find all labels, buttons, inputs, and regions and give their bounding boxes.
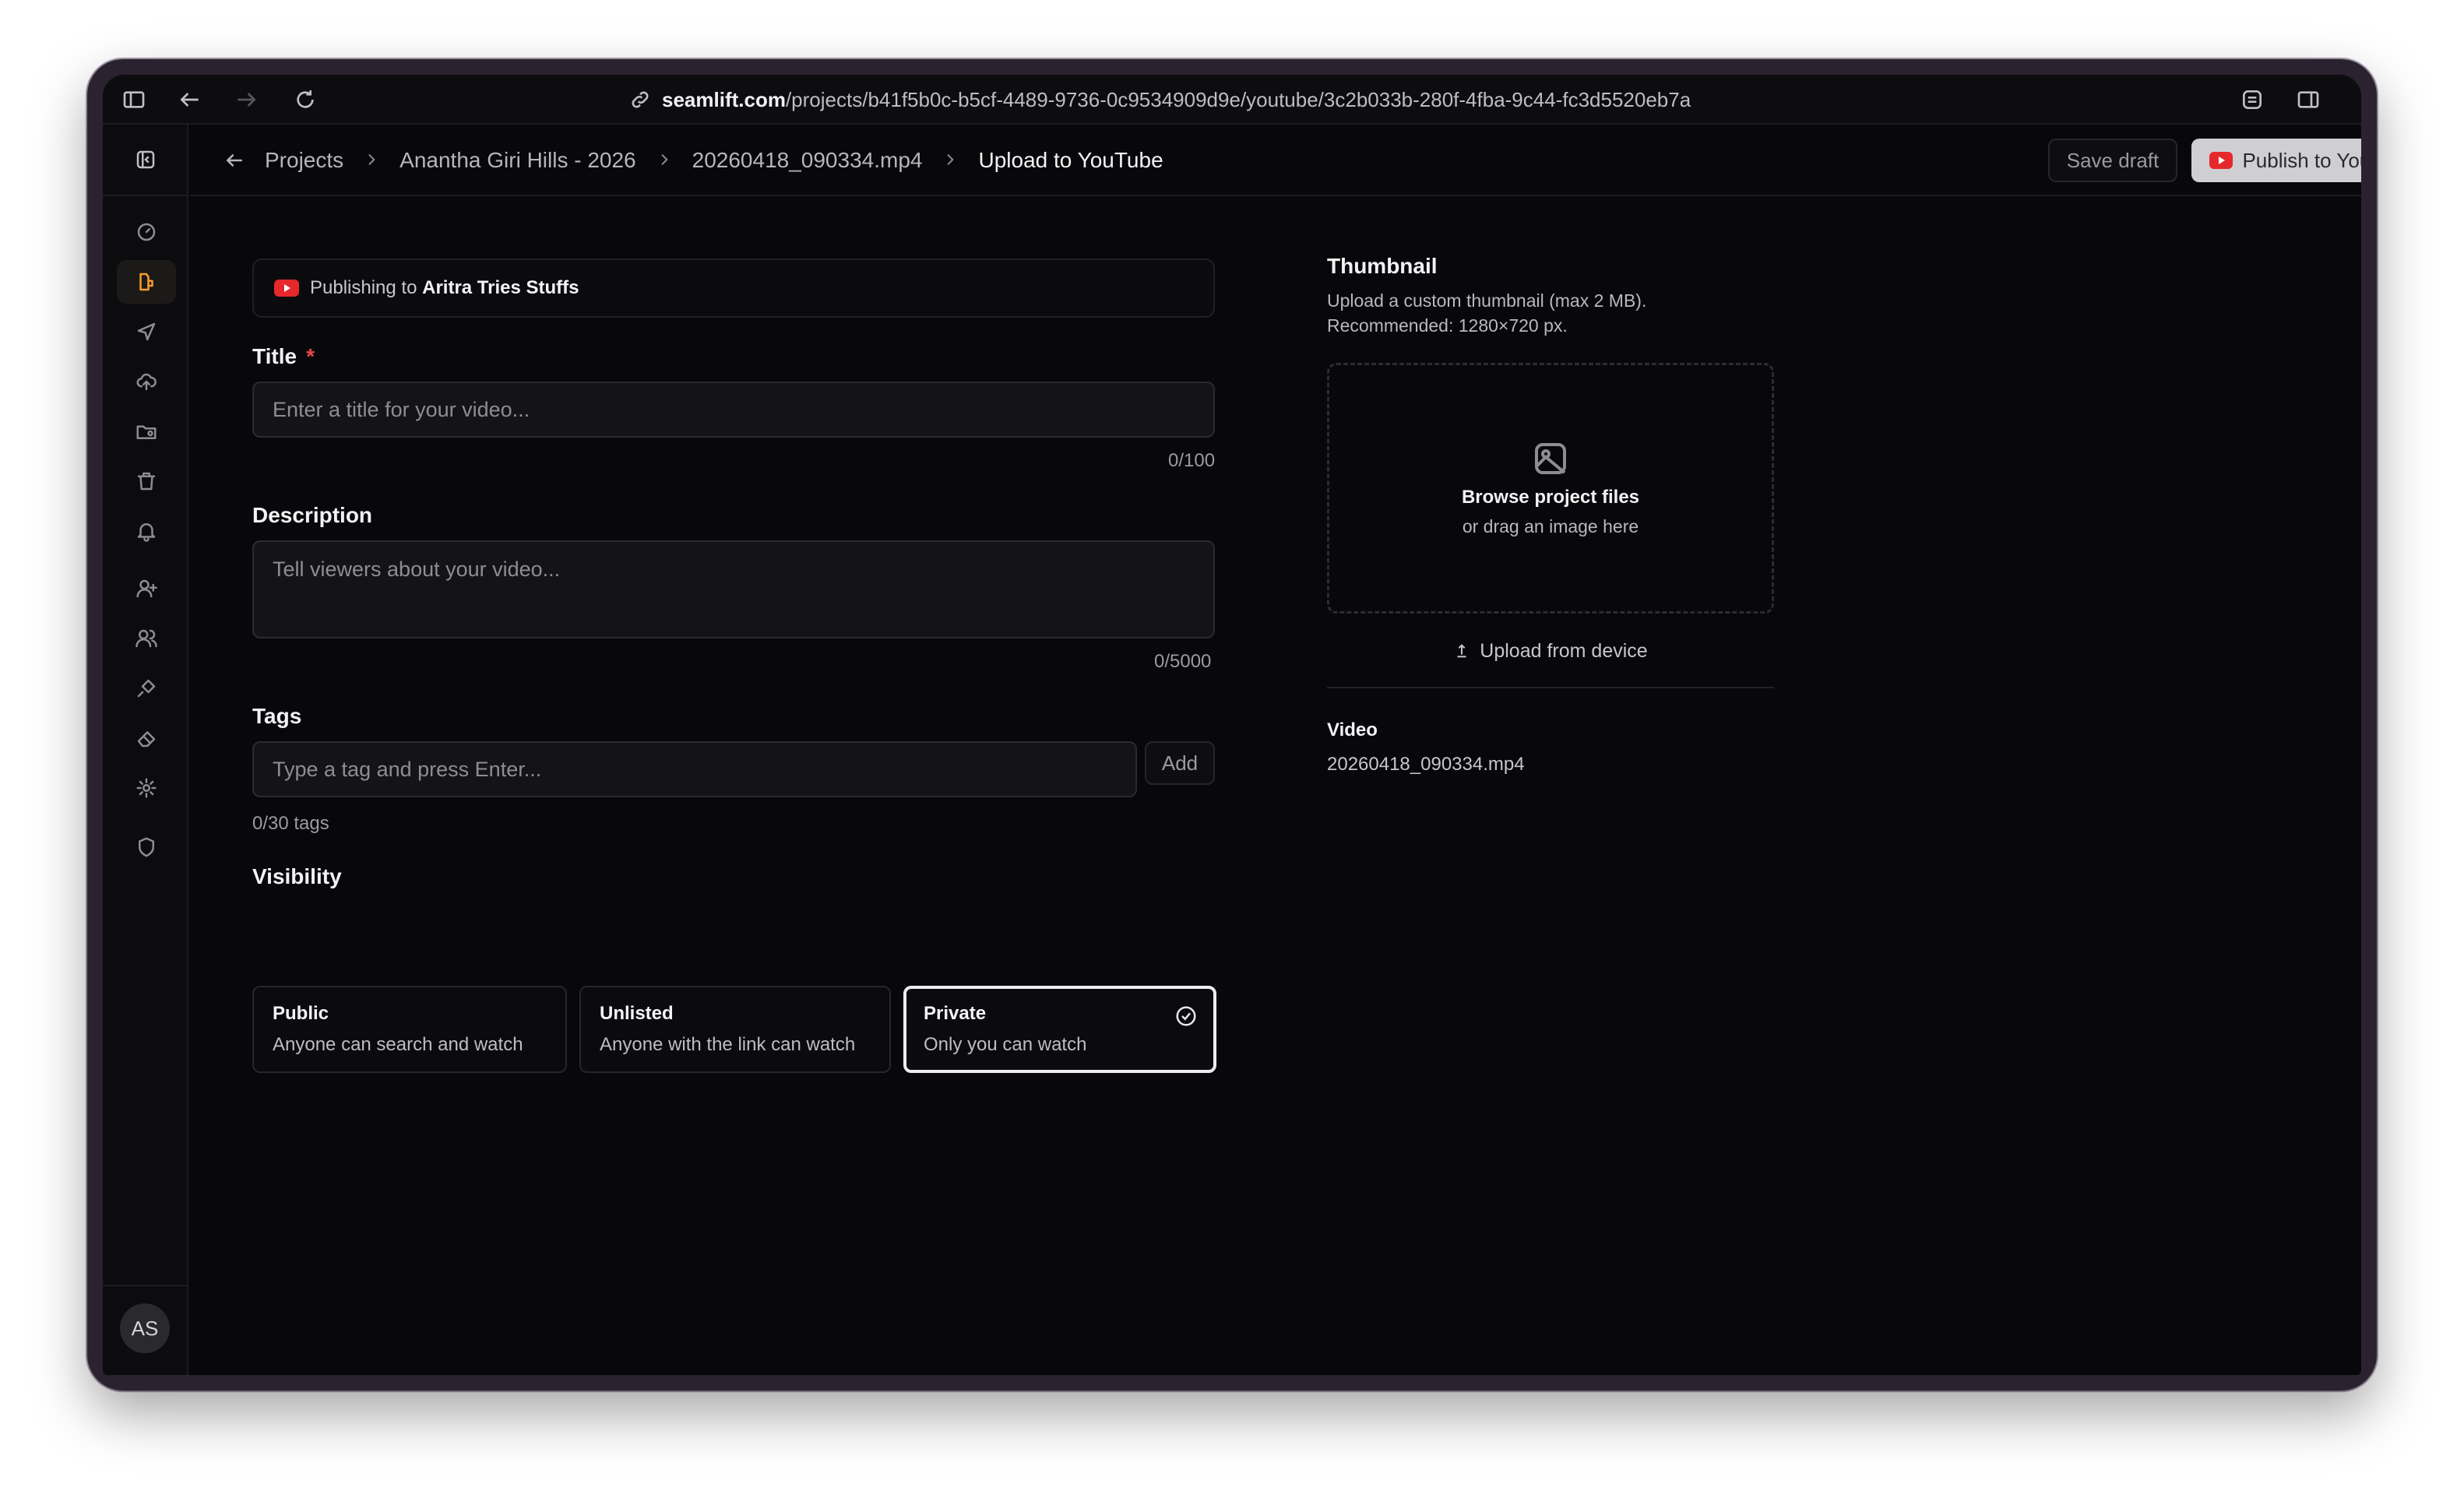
visibility-option-desc: Anyone with the link can watch <box>600 1034 856 1055</box>
description-counter: 0/5000 <box>1154 651 1212 672</box>
browse-project-files[interactable]: Browse project files <box>1462 487 1639 508</box>
check-circle-icon <box>1174 1004 1198 1028</box>
add-user-icon <box>136 579 157 598</box>
sidebar-item-cloud-upload[interactable] <box>117 360 176 403</box>
sidebar-item-integrations[interactable] <box>117 667 176 710</box>
url-host: seamlift.com <box>662 87 786 111</box>
trash-icon <box>137 472 156 491</box>
tags-counter: 0/30 tags <box>252 813 329 834</box>
main-content: Publishing to Aritra Tries Stuffs Title *… <box>190 196 2361 1375</box>
visibility-option-desc: Only you can watch <box>924 1034 1087 1055</box>
address-bar[interactable]: seamlift.com/projects/b41f5b0c-b5cf-4489… <box>629 84 1691 115</box>
shield-icon <box>139 837 154 857</box>
link-icon <box>632 91 649 108</box>
folder-shared-icon <box>136 425 157 439</box>
visibility-option-desc: Anyone can search and watch <box>273 1034 523 1055</box>
send-icon <box>137 322 156 341</box>
sidebar-item-add-user[interactable] <box>117 567 176 610</box>
visibility-option-title: Private <box>924 1003 987 1024</box>
breadcrumb-file[interactable]: 20260418_090334.mp4 <box>692 148 923 173</box>
publishing-banner: Publishing to Aritra Tries Stuffs <box>252 259 1215 318</box>
forward-icon[interactable] <box>232 86 260 114</box>
upload-icon <box>1457 644 1466 658</box>
url-path: /projects/b41f5b0c-b5cf-4489-9736-0c9534… <box>785 87 1691 111</box>
upload-from-device-button[interactable]: Upload from device <box>1327 635 1774 667</box>
plug-icon <box>137 679 156 698</box>
sidebar-toggle-icon[interactable] <box>120 86 148 114</box>
title-input[interactable]: Enter a title for your video... <box>252 382 1215 438</box>
publish-button[interactable]: Publish to YouTube <box>2191 139 2361 182</box>
gauge-icon <box>137 223 156 241</box>
visibility-public[interactable]: Public Anyone can search and watch <box>252 986 567 1073</box>
publish-button-label: Publish to YouTube <box>2242 148 2361 172</box>
sidebar-item-trash[interactable] <box>117 459 176 503</box>
publishing-prefix: Publishing to <box>310 277 417 298</box>
thumbnail-title: Thumbnail <box>1327 254 1438 278</box>
back-icon[interactable] <box>176 86 204 114</box>
sidebar-item-security[interactable] <box>117 825 176 869</box>
visibility-label: Visibility <box>252 864 342 888</box>
title-label: Title * <box>252 344 315 368</box>
bell-icon <box>137 523 156 542</box>
video-label: Video <box>1327 719 1378 740</box>
back-arrow-icon[interactable] <box>224 150 245 171</box>
video-filename: 20260418_090334.mp4 <box>1327 754 1525 775</box>
chevron-right-icon <box>656 148 672 173</box>
chevron-right-icon <box>364 148 379 173</box>
required-mark: * <box>306 344 315 368</box>
browser-toolbar: seamlift.com/projects/b41f5b0c-b5cf-4489… <box>103 75 2361 125</box>
sidebar-item-dashboard[interactable] <box>117 210 176 254</box>
channel-name: Aritra Tries Stuffs <box>422 277 579 298</box>
youtube-icon <box>274 280 299 297</box>
sidebar-item-settings[interactable] <box>117 766 176 810</box>
extension-icon[interactable] <box>2238 86 2266 114</box>
collapse-sidebar-button[interactable] <box>103 125 188 196</box>
reload-icon[interactable] <box>291 86 319 114</box>
visibility-private[interactable]: Private Only you can watch <box>903 986 1216 1073</box>
collapse-icon <box>136 150 155 169</box>
youtube-icon <box>2209 152 2233 169</box>
sidebar-item-labels[interactable] <box>117 716 176 760</box>
projects-icon <box>139 273 153 291</box>
chevron-right-icon <box>942 148 958 173</box>
sidebar-item-team[interactable] <box>117 617 176 660</box>
split-view-icon[interactable] <box>2294 86 2322 114</box>
upload-from-device-label: Upload from device <box>1480 639 1648 662</box>
sidebar-footer: AS <box>103 1285 188 1375</box>
tags-input[interactable]: Type a tag and press Enter... <box>252 741 1137 797</box>
drag-hint: or drag an image here <box>1462 515 1639 536</box>
browser-window: seamlift.com/projects/b41f5b0c-b5cf-4489… <box>103 75 2361 1375</box>
breadcrumb: Projects Anantha Giri Hills - 2026 20260… <box>224 125 1163 196</box>
divider <box>1327 687 1774 688</box>
description-label: Description <box>252 503 373 527</box>
sidebar-item-folder[interactable] <box>117 410 176 453</box>
visibility-option-title: Public <box>273 1003 329 1024</box>
add-tag-button[interactable]: Add <box>1145 741 1215 785</box>
sidebar-item-send[interactable] <box>117 310 176 354</box>
sidebar-item-notifications[interactable] <box>117 509 176 553</box>
image-icon <box>1535 442 1566 474</box>
thumbnail-dropzone[interactable]: Browse project files or drag an image he… <box>1327 363 1774 614</box>
avatar[interactable]: AS <box>120 1303 170 1353</box>
tags-label: Tags <box>252 704 302 728</box>
page-header: Projects Anantha Giri Hills - 2026 20260… <box>190 125 2361 196</box>
title-counter: 0/100 <box>1168 450 1216 471</box>
app-sidebar: AS <box>103 125 188 1375</box>
eraser-icon <box>137 731 156 747</box>
thumbnail-description: Upload a custom thumbnail (max 2 MB). Re… <box>1327 290 1647 336</box>
breadcrumb-projects[interactable]: Projects <box>265 148 343 173</box>
visibility-option-title: Unlisted <box>600 1003 674 1024</box>
users-icon <box>136 629 157 648</box>
gear-icon <box>136 778 157 798</box>
cloud-upload-icon <box>136 373 157 391</box>
breadcrumb-project[interactable]: Anantha Giri Hills - 2026 <box>400 148 635 173</box>
visibility-unlisted[interactable]: Unlisted Anyone with the link can watch <box>579 986 891 1073</box>
save-draft-button[interactable]: Save draft <box>2048 139 2177 182</box>
description-input[interactable]: Tell viewers about your video... <box>252 540 1215 638</box>
breadcrumb-current: Upload to YouTube <box>978 148 1163 172</box>
sidebar-item-projects[interactable] <box>117 260 176 304</box>
